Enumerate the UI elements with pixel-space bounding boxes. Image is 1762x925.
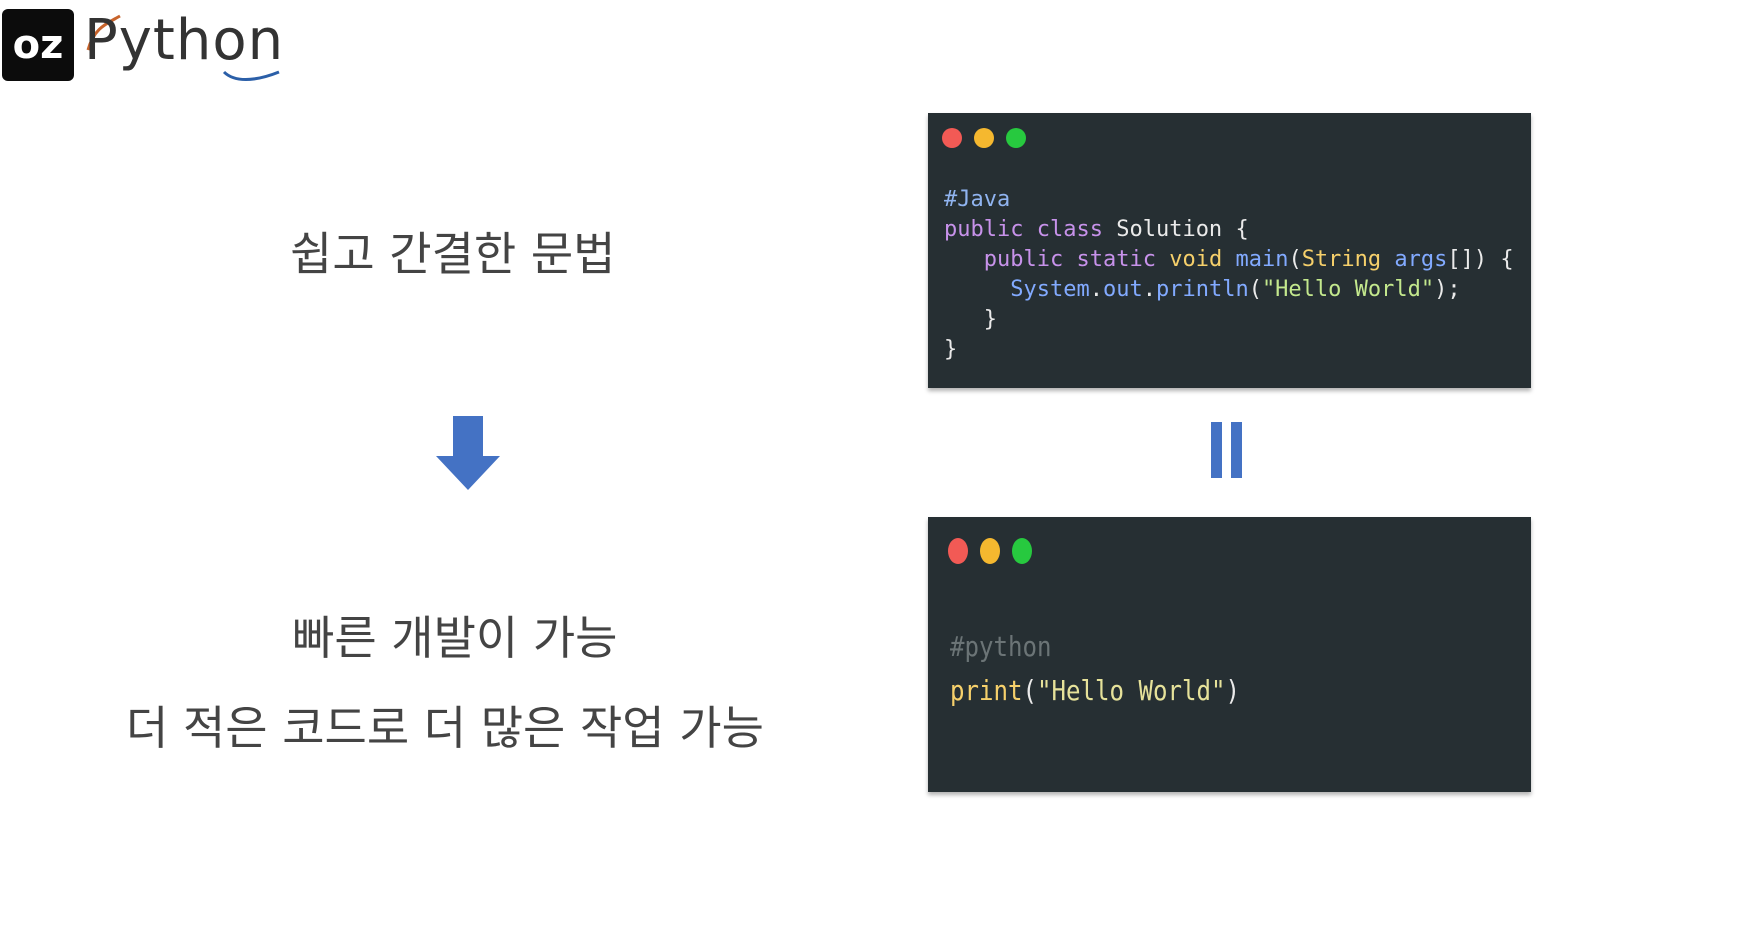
heading-easy-syntax: 쉽고 간결한 문법 <box>290 227 616 281</box>
code-token: []) { <box>1447 247 1514 272</box>
code-token: public <box>944 217 1024 242</box>
java-code: #Java public class Solution { public sta… <box>944 185 1514 365</box>
python-comment: #python <box>950 630 1052 663</box>
code-token: Solution <box>1116 217 1223 242</box>
code-token: void <box>1169 247 1223 272</box>
code-token: print <box>950 674 1023 707</box>
code-token: } <box>983 307 997 332</box>
down-arrow-icon <box>436 416 500 490</box>
java-code-window: #Java public class Solution { public sta… <box>928 113 1531 388</box>
close-dot-icon <box>942 128 962 148</box>
code-token: String <box>1301 247 1382 272</box>
code-token: args <box>1394 247 1448 272</box>
code-token: ); <box>1434 277 1461 302</box>
minimize-dot-icon <box>974 128 994 148</box>
code-token: main <box>1235 247 1289 272</box>
logo-wordmark: Python <box>84 8 285 73</box>
close-dot-icon <box>948 538 968 564</box>
code-token: ) <box>1225 674 1240 707</box>
heading-fast-development: 빠른 개발이 가능 <box>292 611 618 665</box>
code-token: ( <box>1022 674 1037 707</box>
equals-icon <box>1211 422 1242 478</box>
maximize-dot-icon <box>1012 538 1032 564</box>
code-token: println <box>1155 277 1249 302</box>
code-token: System <box>1010 277 1090 302</box>
code-token: } <box>944 337 958 362</box>
minimize-dot-icon <box>980 538 1000 564</box>
oz-badge: oz <box>2 9 74 81</box>
code-token: { <box>1235 217 1249 242</box>
code-token: ( <box>1248 277 1262 302</box>
code-token: "Hello World" <box>1036 674 1226 707</box>
code-token: "Hello World" <box>1261 277 1435 302</box>
heading-less-code: 더 적은 코드로 더 많은 작업 가능 <box>126 701 764 755</box>
maximize-dot-icon <box>1006 128 1026 148</box>
python-code: #python print("Hello World") <box>950 625 1240 713</box>
code-token: out <box>1102 277 1143 302</box>
code-token: class <box>1036 217 1103 242</box>
code-token: static <box>1076 247 1156 272</box>
python-code-window: #python print("Hello World") <box>928 517 1531 792</box>
java-comment: #Java <box>944 187 1011 212</box>
code-token: ( <box>1288 247 1302 272</box>
code-token: . <box>1089 277 1103 302</box>
code-token: public <box>983 247 1064 272</box>
code-token: . <box>1142 277 1156 302</box>
